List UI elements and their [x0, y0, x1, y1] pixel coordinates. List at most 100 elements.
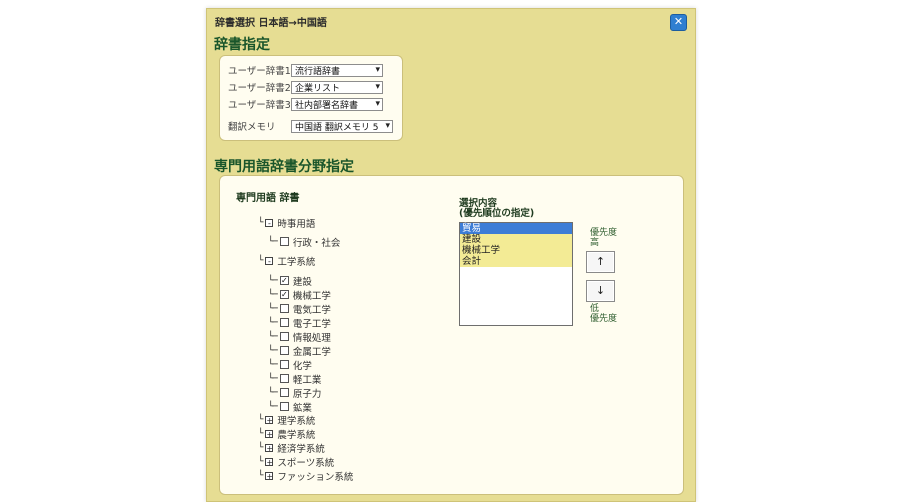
tree-leaf-node[interactable]: └─ 電気工学: [268, 302, 331, 316]
dict-row-user1: ユーザー辞書1 流行語辞書 ▾: [228, 62, 383, 78]
chevron-down-icon: ▾: [375, 82, 380, 92]
tree-node-label: 建設: [292, 276, 312, 288]
field-checkbox[interactable]: [279, 237, 289, 246]
tree-group-node[interactable]: └ + スポーツ系統: [258, 455, 335, 469]
tree-node-label: 理学系統: [277, 415, 316, 427]
field-checkbox[interactable]: ✓: [279, 276, 289, 285]
select-value: 中国語 翻訳メモリ 5: [295, 122, 379, 133]
dictionary-selection-dialog: 辞書選択 日本語→中国語 ✕ 辞書指定 ユーザー辞書1 流行語辞書 ▾ ユーザー…: [206, 8, 696, 502]
tree-group-node[interactable]: └ + 経済学系統: [258, 441, 325, 455]
dict-panel: ユーザー辞書1 流行語辞書 ▾ ユーザー辞書2 企業リスト ▾ ユーザー辞書3 …: [219, 55, 403, 141]
tree-node-label: スポーツ系統: [277, 457, 335, 469]
field-checkbox[interactable]: [279, 304, 289, 313]
tree-connector-icon: └─: [268, 401, 278, 412]
move-up-button[interactable]: ↑: [586, 251, 615, 273]
chevron-down-icon: ▾: [375, 99, 380, 109]
tree-group-node[interactable]: └ - 時事用語: [258, 216, 316, 230]
field-checkbox[interactable]: [279, 388, 289, 397]
priority-low-label: 低 優先度: [590, 304, 617, 324]
chevron-down-icon: ▾: [385, 121, 390, 131]
selection-list-item[interactable]: 貿易: [460, 223, 572, 234]
tree-node-label: 経済学系統: [277, 443, 325, 455]
selection-title-line2: (優先順位の指定): [459, 208, 535, 219]
collapse-icon[interactable]: -: [265, 256, 274, 265]
expand-icon[interactable]: +: [265, 443, 274, 452]
selection-title: 選択内容 (優先順位の指定): [459, 199, 534, 219]
select-value: 企業リスト: [295, 83, 341, 94]
tree-leaf-node[interactable]: └─ 化学: [268, 358, 312, 372]
dict-section-title: 辞書指定: [214, 37, 270, 53]
tree-leaf-node[interactable]: └─ 行政・社会: [268, 235, 341, 249]
tree-node-label: 電子工学: [292, 318, 331, 330]
tree-connector-icon: └─: [268, 317, 278, 328]
priority-high-line2: 高: [590, 238, 600, 248]
field-checkbox[interactable]: ✓: [279, 290, 289, 299]
tree-node-label: 工学系統: [277, 256, 316, 268]
tree-group-node[interactable]: └ + ファッション系統: [258, 469, 354, 483]
selection-list-item[interactable]: 会計: [460, 256, 572, 267]
tree-node-label: 化学: [292, 360, 312, 372]
tree-node-label: 電気工学: [292, 304, 331, 316]
tree-node-label: ファッション系統: [277, 471, 354, 483]
chevron-down-icon: ▾: [375, 65, 380, 75]
field-checkbox[interactable]: [279, 318, 289, 327]
tree-group-node[interactable]: └ + 農学系統: [258, 427, 316, 441]
tree-node-label: 情報処理: [292, 332, 331, 344]
tree-connector-icon: └─: [268, 373, 278, 384]
tree-connector-icon: └─: [268, 275, 278, 286]
select-value: 流行語辞書: [295, 66, 341, 77]
field-checkbox[interactable]: [279, 402, 289, 411]
tree-leaf-node[interactable]: └─ ✓ 建設: [268, 274, 312, 288]
expand-icon[interactable]: +: [265, 471, 274, 480]
expand-icon[interactable]: +: [265, 429, 274, 438]
field-checkbox[interactable]: [279, 346, 289, 355]
field-checkbox[interactable]: [279, 374, 289, 383]
tree-group-node[interactable]: └ + 理学系統: [258, 413, 316, 427]
tree-connector-icon: └: [258, 456, 264, 467]
tree-leaf-node[interactable]: └─ 電子工学: [268, 316, 331, 330]
dict-label: 翻訳メモリ: [228, 122, 276, 133]
expand-icon[interactable]: +: [265, 457, 274, 466]
tree-leaf-node[interactable]: └─ 鉱業: [268, 400, 312, 414]
tree-leaf-node[interactable]: └─ 金属工学: [268, 344, 331, 358]
field-checkbox[interactable]: [279, 360, 289, 369]
tree-connector-icon: └─: [268, 236, 278, 247]
term-section-title: 専門用語辞書分野指定: [214, 159, 354, 175]
tree-node-label: 金属工学: [292, 346, 331, 358]
tree-connector-icon: └: [258, 428, 264, 439]
tree-group-node[interactable]: └ - 工学系統: [258, 254, 316, 268]
tree-title: 専門用語 辞書: [236, 193, 300, 204]
user-dict2-select[interactable]: 企業リスト ▾: [291, 80, 383, 94]
tree-node-label: 機械工学: [292, 290, 331, 302]
tree-connector-icon: └: [258, 442, 264, 453]
dict-label: ユーザー辞書2: [228, 83, 291, 94]
dict-row-user3: ユーザー辞書3 社内部署名辞書 ▾: [228, 96, 383, 112]
tree-leaf-node[interactable]: └─ 情報処理: [268, 330, 331, 344]
tree-node-label: 農学系統: [277, 429, 316, 441]
term-panel: 専門用語 辞書 └ - 時事用語 └─ 行政・社会 └ - 工学系統 └─ ✓ 建設 └─ ✓ 機械工学 └…: [219, 175, 684, 495]
tree-node-label: 時事用語: [277, 218, 316, 230]
tree-leaf-node[interactable]: └─ 原子力: [268, 386, 321, 400]
selection-list-item[interactable]: 建設: [460, 234, 572, 245]
field-checkbox[interactable]: [279, 332, 289, 341]
tree-leaf-node[interactable]: └─ ✓ 機械工学: [268, 288, 331, 302]
move-down-button[interactable]: ↓: [586, 280, 615, 302]
select-value: 社内部署名辞書: [295, 100, 359, 111]
tree-connector-icon: └: [258, 217, 264, 228]
selection-list-item[interactable]: 機械工学: [460, 245, 572, 256]
tree-node-label: 鉱業: [292, 402, 312, 414]
priority-high-label: 優先度 高: [590, 228, 617, 248]
tree-connector-icon: └: [258, 470, 264, 481]
tree-leaf-node[interactable]: └─ 軽工業: [268, 372, 322, 386]
expand-icon[interactable]: +: [265, 415, 274, 424]
tree-node-label: 軽工業: [292, 374, 322, 386]
dict-row-user2: ユーザー辞書2 企業リスト ▾: [228, 79, 383, 95]
translation-memory-select[interactable]: 中国語 翻訳メモリ 5 ▾: [291, 119, 393, 133]
tree-connector-icon: └─: [268, 331, 278, 342]
user-dict1-select[interactable]: 流行語辞書 ▾: [291, 63, 383, 77]
user-dict3-select[interactable]: 社内部署名辞書 ▾: [291, 97, 383, 111]
selection-listbox[interactable]: 貿易 建設 機械工学 会計: [459, 222, 573, 326]
collapse-icon[interactable]: -: [265, 218, 274, 227]
close-icon[interactable]: ✕: [670, 14, 687, 31]
tree-node-label: 行政・社会: [292, 237, 341, 249]
